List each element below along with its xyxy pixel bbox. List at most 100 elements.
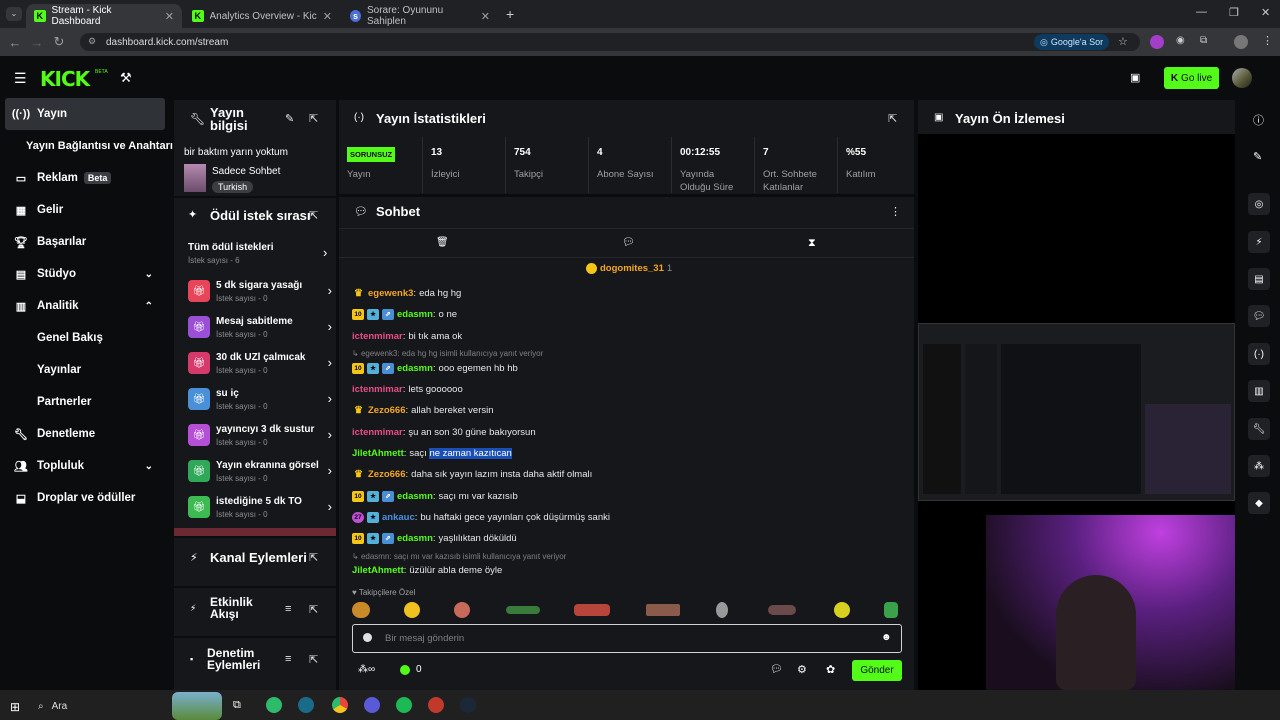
emote[interactable]	[884, 602, 898, 618]
app-icon[interactable]	[428, 697, 444, 713]
reward-item[interactable]: 🎁︎ su iç İstek sayısı - 0 ›	[188, 386, 338, 418]
send-button[interactable]: Gönder	[852, 660, 902, 681]
language-tag[interactable]: Turkish	[212, 181, 254, 193]
nav-studyo[interactable]: ▤ Stüdyo ⌄	[5, 258, 165, 290]
nav-denetleme[interactable]: 🔧︎ Denetleme	[5, 418, 165, 450]
nav-yayinlar[interactable]: Yayınlar	[37, 354, 165, 386]
nav-yayin[interactable]: ((·)) Yayın	[5, 98, 165, 130]
minimize-button[interactable]: —	[1196, 6, 1207, 18]
popout-icon[interactable]: ⇱	[309, 551, 318, 564]
reward-item[interactable]: 🎁︎ yayıncıyı 3 dk sustur İstek sayısı - 0 ›	[188, 422, 338, 454]
reward-item[interactable]: 🎁︎ istediğine 5 dk TO İstek sayısı - 0 ›	[188, 494, 338, 526]
emote[interactable]	[454, 602, 470, 618]
browser-tab-sorare[interactable]: s Sorare: Oyununu Sahiplen ✕	[342, 4, 498, 28]
filter-icon[interactable]: ≡	[285, 653, 291, 665]
popout-icon[interactable]: ⇱	[309, 603, 318, 616]
hammer-tool-icon[interactable]: ⚒	[120, 70, 132, 86]
restore-button[interactable]: ❐	[1229, 6, 1239, 19]
bot-icon[interactable]: ✿	[826, 663, 835, 676]
close-tab-icon[interactable]: ✕	[165, 10, 174, 23]
chat-username[interactable]: Zezo666	[368, 469, 406, 480]
info-icon[interactable]: ⓘ	[1253, 112, 1264, 128]
chat-bubble-icon[interactable]: 💬︎	[1248, 305, 1270, 327]
camera-focus-icon[interactable]: ◎	[1248, 193, 1270, 215]
address-bar[interactable]: ⚙ dashboard.kick.com/stream	[80, 33, 1140, 51]
nav-stream-key[interactable]: Yayın Bağlantısı ve Anahtarı	[26, 130, 173, 162]
chat-username[interactable]: ankauc	[382, 512, 415, 523]
reward-item[interactable]: 🎁︎ Mesaj sabitleme İstek sayısı - 0 ›	[188, 314, 338, 346]
filter-icon[interactable]: ≡	[285, 603, 291, 615]
task-view-icon[interactable]: ⧉	[233, 699, 241, 712]
trash-icon[interactable]: 🗑︎	[436, 237, 449, 248]
chat-username[interactable]: JiletAhmett	[352, 448, 404, 459]
profile-avatar[interactable]	[1234, 35, 1248, 49]
forward-icon[interactable]: →	[26, 35, 48, 50]
nav-droplar[interactable]: ⬓ Droplar ve ödüller	[5, 482, 165, 514]
browser-menu-icon[interactable]: ⋮	[1262, 34, 1273, 47]
taskbar-search[interactable]: ⌕ Ara	[32, 695, 172, 717]
browser-tab-stream[interactable]: K Stream - Kick Dashboard ✕	[26, 4, 182, 28]
community-icon[interactable]: ⁂	[1248, 455, 1270, 477]
popout-icon[interactable]: ⇱	[309, 112, 318, 125]
theater-mode-icon[interactable]: ▣	[1130, 71, 1140, 84]
chat-username[interactable]: ictenmimar	[352, 427, 403, 438]
extension-icon[interactable]	[1150, 35, 1164, 49]
chat-input[interactable]: Bir mesaj gönderin ☻	[352, 624, 902, 653]
infinity-points-icon[interactable]: ⁂∞	[358, 664, 375, 675]
chat-username[interactable]: edasmn	[397, 533, 433, 544]
tab-search-button[interactable]: ⌄	[6, 7, 22, 21]
nav-reklam[interactable]: ▭ Reklam Beta	[5, 162, 165, 194]
new-tab-button[interactable]: +	[506, 6, 514, 22]
reward-item[interactable]: 🎁︎ Yayın ekranına görsel İstek sayısı - 0 ›	[188, 458, 338, 490]
chevron-right-icon[interactable]: ›	[323, 245, 327, 260]
edit-pencil-icon[interactable]: ✎	[1253, 150, 1262, 163]
lightning-icon[interactable]: ⚡︎	[1248, 231, 1270, 253]
chat-mode-icon[interactable]: 💬︎	[622, 237, 635, 248]
edit-pencil-icon[interactable]: ✎	[285, 112, 294, 125]
chrome-icon[interactable]	[332, 697, 348, 713]
close-window-button[interactable]: ✕	[1261, 6, 1270, 19]
spotify-icon[interactable]	[396, 697, 412, 713]
gem-icon[interactable]: ◆	[1248, 492, 1270, 514]
discord-icon[interactable]	[364, 697, 380, 713]
nav-basarilar[interactable]: 🏆︎ Başarılar	[5, 226, 165, 258]
chat-username[interactable]: edasmn	[397, 491, 433, 502]
nav-gelir[interactable]: ▦ Gelir	[5, 194, 165, 226]
chat-username[interactable]: ictenmimar	[352, 331, 403, 342]
document-icon[interactable]: ▤	[1248, 268, 1270, 290]
settings-gear-icon[interactable]: ⚙	[797, 663, 807, 676]
emote[interactable]	[352, 602, 370, 618]
chat-username[interactable]: JiletAhmett	[352, 565, 404, 576]
more-options-icon[interactable]: ⋮	[890, 205, 901, 218]
incognito-icon[interactable]: ◉	[1176, 35, 1185, 46]
chat-bubble-icon[interactable]: 💬︎	[770, 664, 783, 675]
extensions-puzzle-icon[interactable]: ⧉	[1200, 35, 1207, 46]
slow-mode-hourglass-icon[interactable]: ⧗	[808, 237, 816, 250]
emoji-picker-icon[interactable]: ☻	[881, 632, 892, 643]
bookmark-star-icon[interactable]: ☆	[1118, 35, 1128, 48]
close-tab-icon[interactable]: ✕	[323, 10, 332, 23]
nav-topluluk[interactable]: 👥︎ Topluluk ⌄	[5, 450, 165, 482]
popout-icon[interactable]: ⇱	[309, 653, 318, 666]
all-rewards-label[interactable]: Tüm ödül istekleri	[188, 242, 274, 253]
nav-partnerler[interactable]: Partnerler	[37, 386, 165, 418]
chat-username[interactable]: edasmn	[397, 363, 433, 374]
layout-icon[interactable]: ▥	[1248, 380, 1270, 402]
close-tab-icon[interactable]: ✕	[481, 10, 490, 23]
site-info-icon[interactable]: ⚙	[88, 36, 96, 47]
chat-username[interactable]: ictenmimar	[352, 384, 403, 395]
emote[interactable]	[506, 606, 540, 614]
windows-start-icon[interactable]: ⊞	[10, 700, 20, 714]
nav-genel-bakis[interactable]: Genel Bakış	[37, 322, 165, 354]
back-icon[interactable]: ←	[4, 35, 26, 50]
reward-item[interactable]: 🎁︎ 30 dk UZİ çalmıcak İstek sayısı - 0 ›	[188, 350, 338, 382]
chat-username[interactable]: edasmn	[397, 309, 433, 320]
nav-analitik[interactable]: ▥ Analitik ⌃	[5, 290, 165, 322]
user-avatar[interactable]	[1232, 68, 1252, 88]
broadcast-icon[interactable]: (·)	[1248, 343, 1270, 365]
popout-icon[interactable]: ⇱	[309, 209, 318, 222]
go-live-button[interactable]: K Go live	[1164, 67, 1219, 89]
emote[interactable]	[574, 604, 610, 616]
app-icon[interactable]	[298, 697, 314, 713]
browser-tab-analytics[interactable]: K Analytics Overview - Kick Dashb ✕	[184, 4, 340, 28]
